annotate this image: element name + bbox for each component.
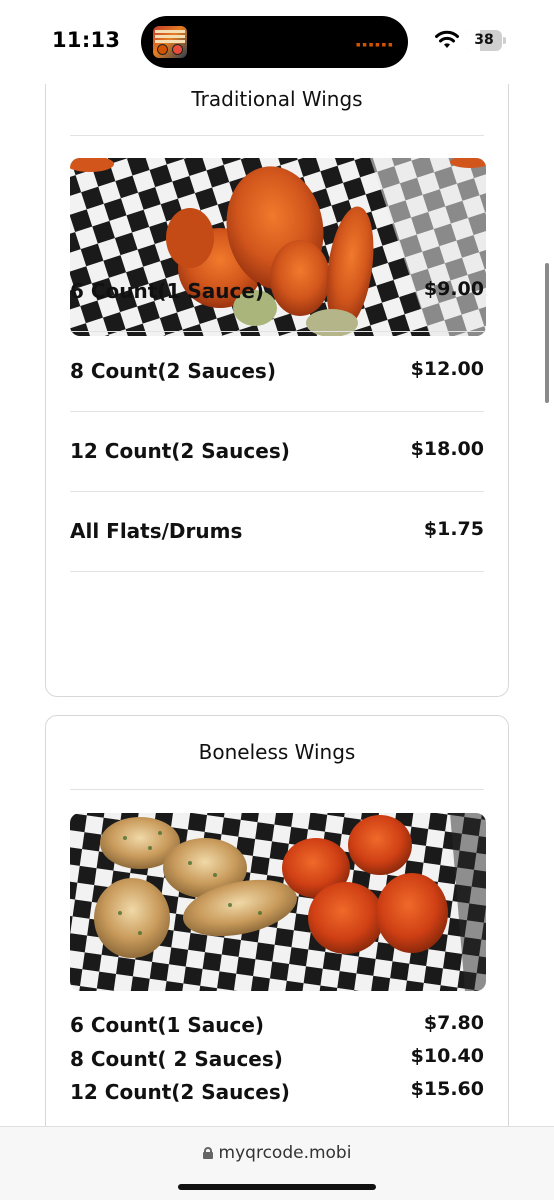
divider <box>70 789 484 790</box>
divider <box>70 331 484 332</box>
menu-item-name: All Flats/Drums <box>70 519 243 543</box>
menu-item-name: 8 Count(2 Sauces) <box>70 359 276 383</box>
menu-item-name: 12 Count(2 Sauces) <box>70 439 290 463</box>
address-field[interactable]: myqrcode.mobi <box>0 1143 554 1163</box>
menu-item-price: $15.60 <box>410 1078 484 1100</box>
menu-item-price: $1.75 <box>423 518 484 540</box>
section-title: Boneless Wings <box>198 740 356 764</box>
url-text: myqrcode.mobi <box>218 1143 352 1163</box>
menu-card-traditional-wings: Traditional Wings 6 Count(1 Sauce) $9.00… <box>45 84 509 697</box>
menu-content[interactable]: Traditional Wings 6 Count(1 Sauce) $9.00… <box>0 84 554 1126</box>
battery-nub <box>503 37 506 44</box>
section-title: Traditional Wings <box>191 87 363 111</box>
divider <box>70 491 484 492</box>
battery-level: 38 <box>474 32 494 48</box>
boneless-wings-photo[interactable] <box>70 813 486 991</box>
browser-url-bar[interactable]: myqrcode.mobi <box>0 1126 554 1200</box>
wifi-icon <box>435 30 459 48</box>
traditional-wings-photo[interactable] <box>70 158 486 336</box>
divider <box>70 411 484 412</box>
album-art-icon <box>153 26 187 58</box>
dynamic-island[interactable]: ▪▪▪▪▪▪ <box>141 16 408 68</box>
menu-item-price: $10.40 <box>410 1045 484 1067</box>
menu-item-price: $9.00 <box>423 278 484 300</box>
menu-card-boneless-wings: Boneless Wings 6 Count(1 Sauce) $7.80 8 … <box>45 715 509 1126</box>
menu-item-name: 6 Count(1 Sauce) <box>70 279 265 303</box>
lock-icon <box>202 1147 213 1159</box>
menu-item-name: 12 Count(2 Sauces) <box>70 1080 290 1104</box>
menu-item-price: $12.00 <box>410 358 484 380</box>
menu-item-name: 6 Count(1 Sauce) <box>70 1013 265 1037</box>
home-indicator[interactable] <box>178 1184 376 1190</box>
menu-item-name: 8 Count( 2 Sauces) <box>70 1047 283 1071</box>
status-bar: 11:13 ▪▪▪▪▪▪ 38 <box>0 0 554 84</box>
divider <box>70 135 484 136</box>
status-time: 11:13 <box>52 28 121 52</box>
vertical-scrollbar[interactable] <box>545 263 549 403</box>
menu-item-price: $18.00 <box>410 438 484 460</box>
divider <box>70 571 484 572</box>
menu-item-price: $7.80 <box>423 1012 484 1034</box>
battery-icon: 38 <box>466 30 502 51</box>
audio-waveform-icon: ▪▪▪▪▪▪ <box>355 40 394 50</box>
